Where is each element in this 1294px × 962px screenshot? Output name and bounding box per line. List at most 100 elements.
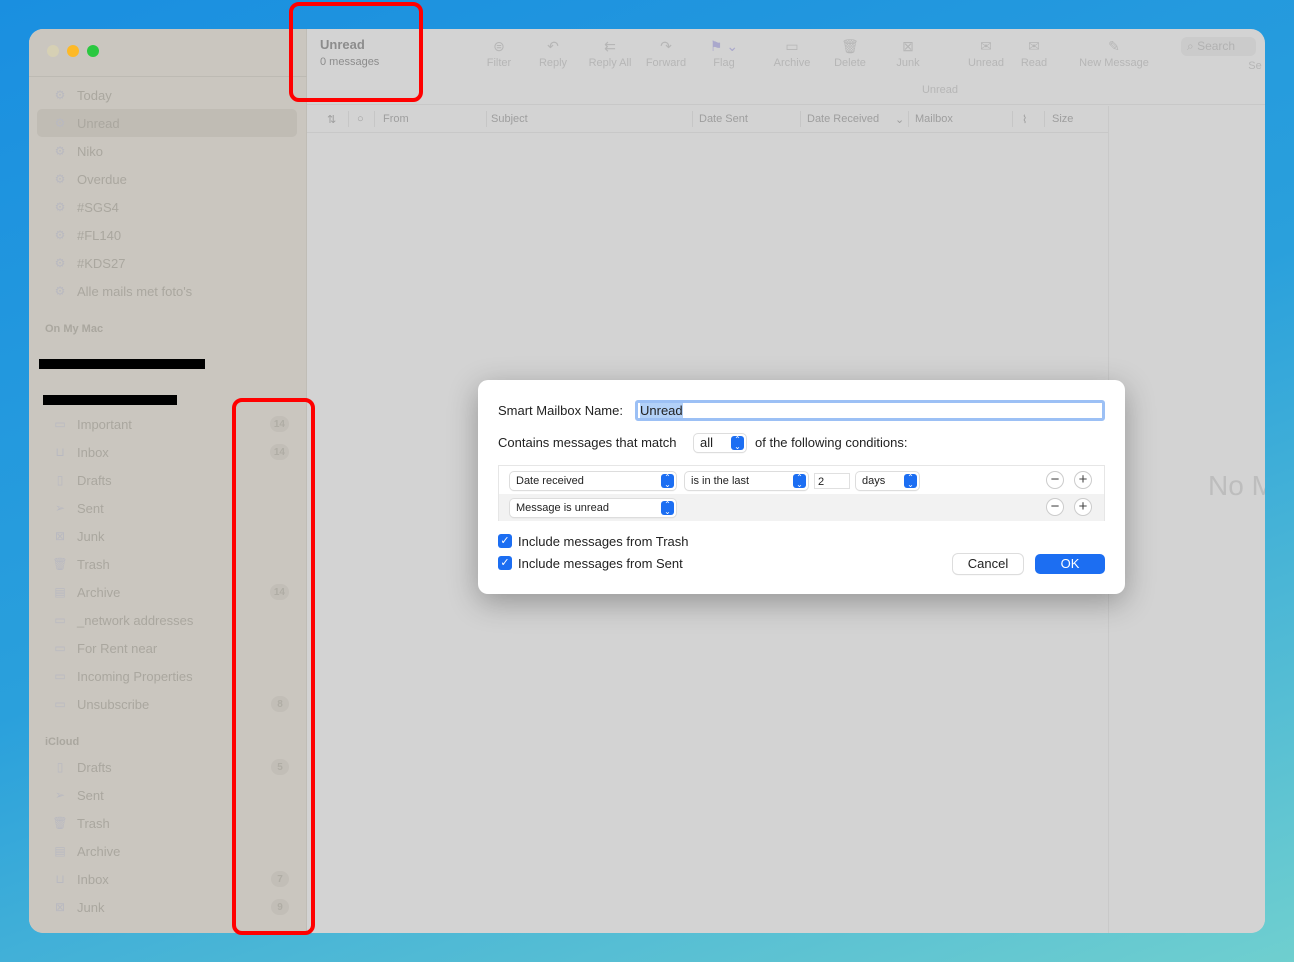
sidebar-item-niko[interactable]: ⚙ Niko [37,137,297,165]
condition-field-select[interactable]: Date received ⌃ ⌄ [510,472,676,490]
chevron-updown-icon: ⌃ ⌄ [661,474,674,489]
sidebar-item-label: Niko [77,143,104,159]
sidebar-item-label: Incoming Properties [77,668,193,684]
column-size[interactable]: Size [1052,113,1073,125]
sidebar-item-label: Inbox [77,444,109,460]
match-prefix: Contains messages that match [498,435,677,450]
annotation-highlight [232,398,315,935]
ok-button[interactable]: OK [1035,554,1105,574]
condition-unit-select[interactable]: days ⌃ ⌄ [856,472,919,490]
minimize-button[interactable] [67,45,79,57]
toolbar: Unread 0 messages ⊜ Filter ↶ Reply ⇇ Reply All… [307,29,1265,105]
sidebar-item-label: Important [77,416,132,432]
toolbar-label: Filter [486,57,512,69]
condition-field-select[interactable]: Message is unread ⌃ ⌄ [510,499,676,517]
redacted-account [39,359,205,369]
section-on-my-mac: On My Mac [45,323,104,335]
paperclip-icon[interactable]: ⌇ [1022,113,1027,126]
reply-all-button[interactable]: ⇇ Reply All [589,37,632,69]
reply-button[interactable]: ↶ Reply [539,37,567,69]
name-input[interactable]: Unread [635,400,1105,421]
filter-icon: ⊜ [493,38,505,54]
gear-icon: ⚙ [54,284,66,298]
folder-icon: ▭ [54,417,66,431]
search-field[interactable]: ⌕ Search [1181,37,1256,56]
chevron-updown-icon: ⌃ ⌄ [731,436,744,451]
sidebar-item-label: For Rent near [77,640,158,656]
forward-button[interactable]: ↷ Forward [646,37,686,69]
field-value: Date received [516,475,584,487]
unit-value: days [862,475,886,487]
match-value: all [700,435,714,450]
sidebar-item-label: Sent [77,787,104,803]
mailbox-label: Unread [921,84,959,96]
remove-condition-button[interactable]: − [1046,498,1064,516]
include-trash-checkbox[interactable]: ✓ [498,534,512,548]
new-message-button[interactable]: ✎ New Message [1079,37,1149,69]
condition-value-input[interactable]: 2 [814,473,850,489]
field-value: Message is unread [516,502,609,514]
sidebar-item-today[interactable]: ⚙ Today [37,81,297,109]
condition-operator-select[interactable]: is in the last ⌃ ⌄ [685,472,808,490]
sidebar-item-alle-mails-met-foto-s[interactable]: ⚙ Alle mails met foto's [37,277,297,305]
gear-icon: ⚙ [54,200,66,214]
sidebar-item-label: Drafts [77,472,112,488]
junk-button[interactable]: ⊠ Junk [896,37,919,69]
add-condition-button[interactable]: + [1074,471,1092,489]
cancel-button[interactable]: Cancel [953,554,1023,574]
sidebar-item-label: #KDS27 [77,255,126,271]
column-date-received[interactable]: Date Received [807,113,879,125]
sidebar-item-label: Today [77,87,112,103]
read-button[interactable]: ✉ Read [1021,37,1047,69]
toolbar-label: Read [1020,57,1048,69]
sidebar-item-label: Trash [77,815,110,831]
junk-icon: ⊠ [54,900,66,914]
close-button[interactable] [47,45,59,57]
compose-icon: ✎ [1108,38,1120,54]
match-suffix: of the following conditions: [755,435,908,450]
no-message-text: No M [1208,470,1265,501]
name-label: Smart Mailbox Name: [498,403,623,418]
toolbar-label: Flag [713,57,735,69]
sidebar-item--fl140[interactable]: ⚙ #FL140 [37,221,297,249]
column-subject[interactable]: Subject [491,113,528,125]
unread-status-icon[interactable]: ○ [357,113,364,125]
add-condition-button[interactable]: + [1074,498,1092,516]
gear-icon: ⚙ [54,228,66,242]
delete-button[interactable]: 🗑 Delete [834,37,866,69]
inbox-icon: ⊔ [55,872,65,886]
trash-icon: 🗑 [52,557,68,571]
include-sent-checkbox[interactable]: ✓ [498,556,512,570]
sort-icon[interactable]: ⇅ [327,113,336,126]
search-label: Se [1248,60,1262,72]
filter-button[interactable]: ⊜ Filter [487,37,511,69]
match-select[interactable]: all ⌃ ⌄ [694,434,746,452]
column-date-sent[interactable]: Date Sent [699,113,748,125]
column-mailbox[interactable]: Mailbox [915,113,953,125]
gear-icon: ⚙ [54,256,66,270]
remove-condition-button[interactable]: − [1046,471,1064,489]
folder-icon: ▭ [54,641,66,655]
toolbar-label: Delete [834,57,866,69]
archive-button[interactable]: ▭ Archive [774,37,811,69]
sidebar-item-overdue[interactable]: ⚙ Overdue [37,165,297,193]
sidebar-item-label: Drafts [77,759,112,775]
gear-icon: ⚙ [54,116,66,130]
column-from[interactable]: From [383,113,409,125]
annotation-highlight [289,2,423,102]
read-icon: ✉ [1028,38,1040,54]
folder-icon: ▭ [54,669,66,683]
toolbar-label: Forward [645,57,687,69]
sidebar-item--kds27[interactable]: ⚙ #KDS27 [37,249,297,277]
window-controls [47,45,99,57]
sidebar-item--sgs4[interactable]: ⚙ #SGS4 [37,193,297,221]
sidebar-item-label: Trash [77,556,110,572]
include-trash-label: Include messages from Trash [518,534,689,549]
search-icon: ⌕ [1187,39,1194,53]
paperplane-icon: ➢ [54,788,66,802]
sidebar-item-label: Inbox [77,871,109,887]
flag-button[interactable]: ⚑ ⌄ Flag [710,37,738,69]
unread-button[interactable]: ✉ Unread [968,37,1004,69]
zoom-button[interactable] [87,45,99,57]
sidebar-item-unread[interactable]: ⚙ Unread [37,109,297,137]
